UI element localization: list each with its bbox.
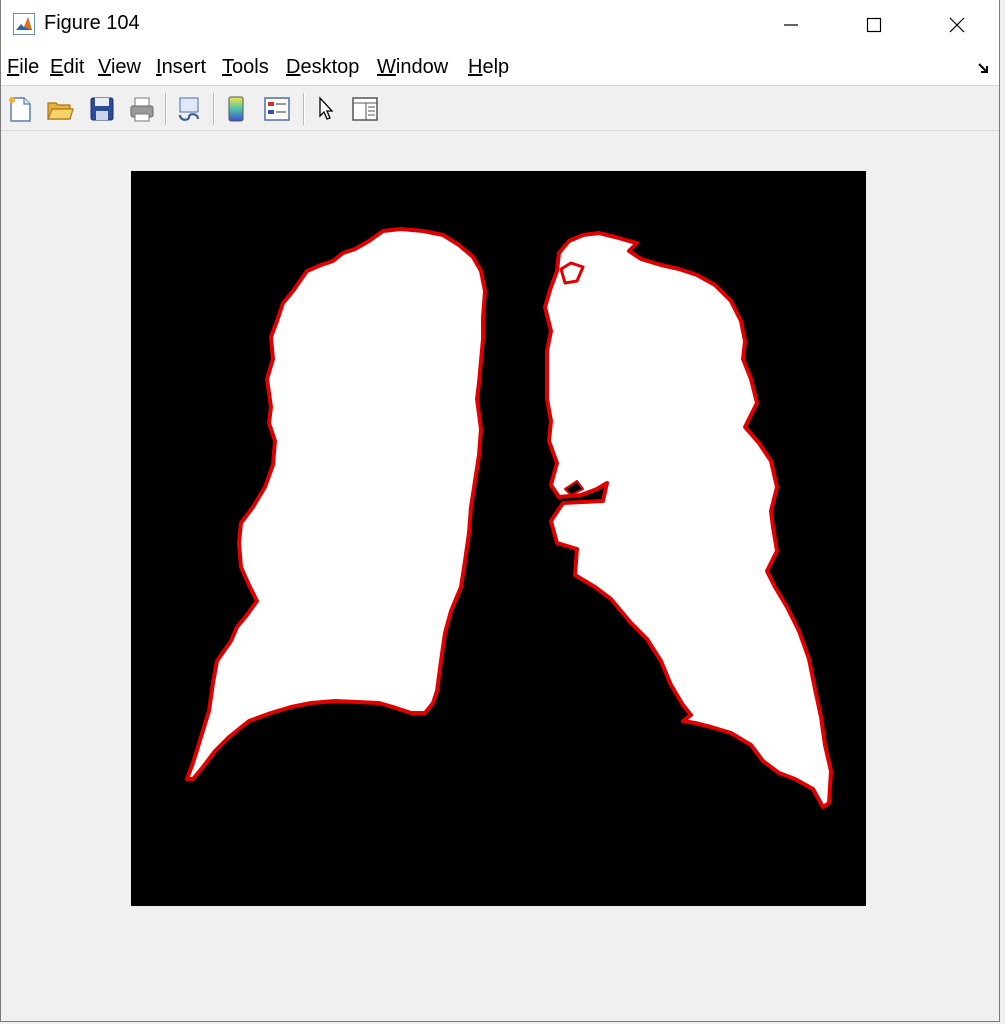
figure-toolbar [1, 87, 999, 131]
minimize-icon [784, 24, 798, 26]
close-icon [949, 17, 965, 33]
figure-window: Figure 104 File Edit View Insert Tools D… [0, 0, 1000, 1022]
insert-colorbar-icon[interactable] [220, 93, 252, 125]
menu-window[interactable]: Window [377, 56, 448, 79]
menu-desktop[interactable]: Desktop [286, 56, 359, 79]
print-icon[interactable] [126, 93, 158, 125]
toolbar-separator [303, 93, 305, 125]
menu-view[interactable]: View [98, 56, 141, 79]
maximize-button[interactable] [832, 0, 916, 50]
edit-plot-pointer-icon[interactable] [310, 93, 342, 125]
minimize-button[interactable] [749, 0, 833, 50]
menu-file[interactable]: File [7, 56, 39, 79]
maximize-icon [866, 17, 882, 33]
image-axes[interactable] [131, 171, 866, 906]
toolbar-separator [165, 93, 167, 125]
close-button[interactable] [915, 0, 999, 50]
menu-edit[interactable]: Edit [50, 56, 84, 79]
title-bar: Figure 104 [1, 0, 999, 50]
link-plot-icon[interactable] [173, 93, 205, 125]
window-title: Figure 104 [44, 12, 140, 34]
open-file-icon[interactable] [44, 93, 76, 125]
save-icon[interactable] [86, 93, 118, 125]
insert-legend-icon[interactable] [261, 93, 293, 125]
matlab-figure-icon [13, 13, 35, 35]
property-inspector-icon[interactable] [349, 93, 381, 125]
toolbar-separator [213, 93, 215, 125]
lung-mask-image [131, 171, 866, 906]
new-figure-icon[interactable] [4, 93, 36, 125]
menu-insert[interactable]: Insert [156, 56, 206, 79]
menu-tools[interactable]: Tools [222, 56, 269, 79]
menu-help[interactable]: Help [468, 56, 509, 79]
dock-arrow-icon[interactable] [977, 62, 991, 76]
menu-bar: File Edit View Insert Tools Desktop Wind… [1, 50, 999, 86]
